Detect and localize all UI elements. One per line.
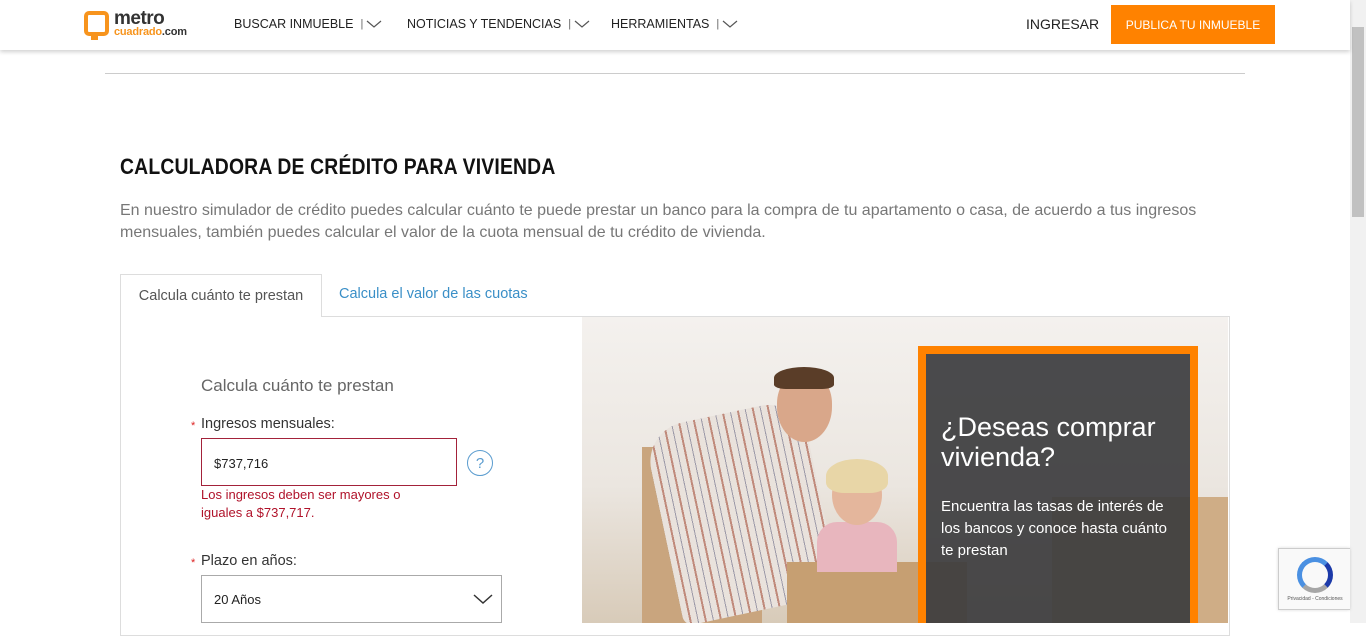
form-title: Calcula cuánto te prestan — [201, 376, 394, 395]
income-label: Ingresos mensuales: — [201, 416, 335, 432]
nav-buscar-inmueble-label: BUSCAR INMUEBLE — [234, 17, 354, 31]
promo-card[interactable]: ¿Deseas comprar vivienda? Encuentra las … — [918, 346, 1198, 623]
required-mark: * — [191, 420, 196, 432]
recaptcha-badge[interactable]: Privacidad - Condiciones — [1278, 548, 1350, 610]
term-select[interactable]: 20 Años — [201, 575, 502, 623]
help-icon[interactable]: ? — [467, 450, 493, 476]
income-error-message: Los ingresos deben ser mayores o iguales… — [201, 487, 401, 520]
logo-mark — [84, 11, 109, 40]
nav-noticias-tendencias[interactable]: NOTICIAS Y TENDENCIAS | — [407, 17, 590, 31]
nav-separator: | — [716, 18, 720, 30]
man-hair — [774, 367, 834, 389]
recaptcha-terms[interactable]: Privacidad - Condiciones — [1279, 596, 1351, 602]
tab-calcula-cuanto-te-prestan[interactable]: Calcula cuánto te prestan — [120, 274, 322, 317]
term-select-value: 20 Años — [214, 592, 261, 607]
page-scrollbar[interactable] — [1350, 0, 1366, 623]
divider — [105, 73, 1245, 74]
chevron-down-icon — [574, 19, 590, 29]
site-header: metro cuadrado.com BUSCAR INMUEBLE | NOT… — [0, 0, 1350, 50]
chevron-down-icon — [473, 592, 493, 609]
required-mark: * — [191, 557, 196, 569]
chevron-down-icon — [366, 19, 382, 29]
logo-text-com: .com — [161, 26, 187, 38]
page-description: En nuestro simulador de crédito puedes c… — [120, 202, 1197, 241]
scrollbar-thumb[interactable] — [1352, 27, 1364, 217]
tab-calcula-valor-cuotas[interactable]: Calcula el valor de las cuotas — [339, 286, 528, 302]
login-link[interactable]: INGRESAR — [1026, 16, 1099, 32]
page-title: CALCULADORA DE CRÉDITO PARA VIVIENDA — [120, 154, 556, 179]
term-label: Plazo en años: — [201, 553, 297, 569]
site-logo[interactable]: metro cuadrado.com — [84, 8, 204, 40]
nav-separator: | — [568, 18, 572, 30]
woman-hair — [826, 459, 888, 493]
nav-separator: | — [360, 18, 364, 30]
publish-property-button[interactable]: PUBLICA TU INMUEBLE — [1111, 5, 1275, 44]
promo-text: Encuentra las tasas de interés de los ba… — [941, 498, 1167, 559]
nav-herramientas-label: HERRAMIENTAS — [611, 17, 710, 31]
logo-text-bottom: cuadrado.com — [114, 26, 187, 38]
nav-noticias-tendencias-label: NOTICIAS Y TENDENCIAS — [407, 17, 562, 31]
nav-herramientas[interactable]: HERRAMIENTAS | — [611, 17, 738, 31]
nav-buscar-inmueble[interactable]: BUSCAR INMUEBLE | — [234, 17, 382, 31]
logo-text-cuadrado: cuadrado — [114, 26, 162, 38]
recaptcha-icon — [1297, 557, 1333, 593]
chevron-down-icon — [722, 19, 738, 29]
woman-figure — [817, 522, 897, 572]
promo-title: ¿Deseas comprar vivienda? — [941, 412, 1156, 472]
income-input[interactable]: $737,716 — [201, 438, 457, 486]
